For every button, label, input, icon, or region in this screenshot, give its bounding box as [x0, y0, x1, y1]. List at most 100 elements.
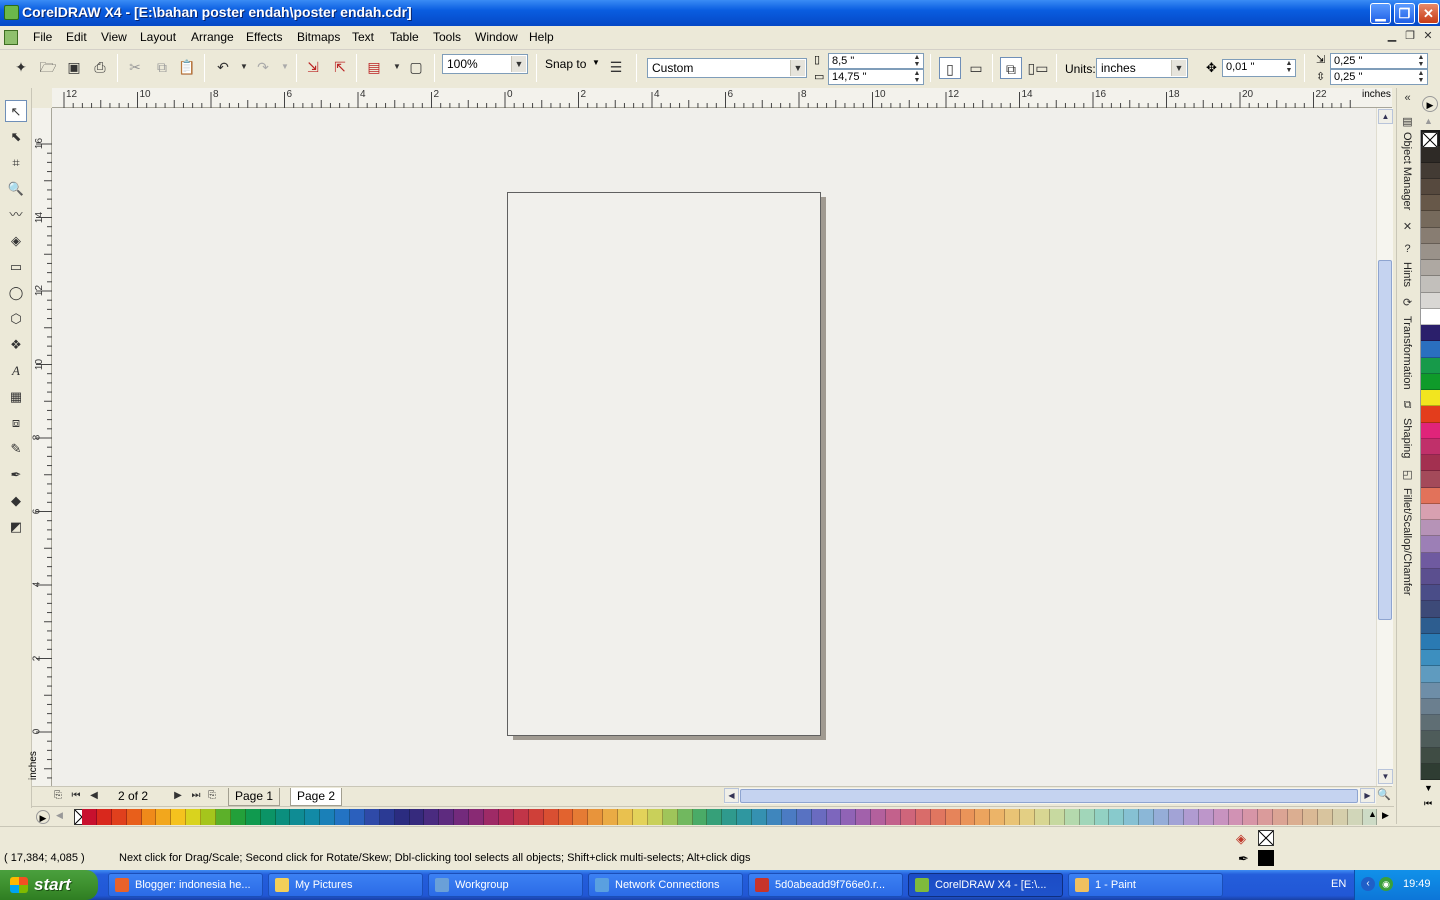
color-swatch[interactable]: [1421, 373, 1440, 390]
fill-color-indicator[interactable]: [1258, 830, 1274, 846]
color-swatch[interactable]: [1421, 422, 1440, 439]
palette-scroll-right-icon[interactable]: ▶: [1382, 810, 1389, 821]
start-button[interactable]: start: [0, 870, 98, 900]
vpalette-expand-icon[interactable]: ⏮: [1424, 798, 1432, 809]
color-swatch[interactable]: [1273, 809, 1289, 825]
scroll-left-icon[interactable]: ◀: [724, 788, 739, 803]
language-indicator[interactable]: EN: [1331, 878, 1346, 890]
color-swatch[interactable]: [1421, 455, 1440, 472]
outline-color-indicator[interactable]: [1258, 850, 1274, 866]
zoom-navigator-icon[interactable]: 🔍: [1376, 788, 1392, 804]
tray-arrow-icon[interactable]: ‹: [1361, 877, 1375, 891]
color-swatch[interactable]: [632, 809, 648, 825]
color-swatch[interactable]: [1317, 809, 1333, 825]
color-swatch[interactable]: [350, 809, 365, 825]
color-swatch[interactable]: [1421, 731, 1440, 748]
docker-tab-fillet-scallop-chamfer[interactable]: Fillet/Scallop/Chamfer: [1401, 488, 1413, 596]
spin-arrows-icon[interactable]: ▲ ▼: [911, 70, 923, 84]
paper-type-select[interactable]: Custom ▼: [647, 58, 807, 78]
horizontal-scroll-thumb[interactable]: [740, 789, 1358, 803]
add-page-after-icon[interactable]: ⎘: [206, 790, 218, 801]
color-swatch[interactable]: [796, 809, 812, 825]
table-tool-icon[interactable]: ▦: [5, 386, 27, 408]
color-swatch[interactable]: [1421, 292, 1440, 309]
color-swatch[interactable]: [1421, 341, 1440, 358]
page-width-input[interactable]: 8,5 " ▲ ▼: [828, 53, 924, 69]
current-page-size-icon[interactable]: ▯▭: [1027, 57, 1049, 79]
open-folder-icon[interactable]: 🗁: [37, 56, 59, 78]
color-swatch[interactable]: [707, 809, 723, 825]
document-icon[interactable]: [4, 30, 18, 45]
menu-tools[interactable]: Tools: [433, 30, 461, 44]
document-minimize-button[interactable]: ▁: [1385, 30, 1399, 44]
color-swatch[interactable]: [930, 809, 946, 825]
palette-expand-icon[interactable]: ▲: [1368, 809, 1377, 819]
color-swatch[interactable]: [1421, 227, 1440, 244]
add-page-before-icon[interactable]: ⎘: [52, 790, 64, 801]
polygon-tool-icon[interactable]: ⬡: [5, 308, 27, 330]
color-swatch[interactable]: [1258, 809, 1274, 825]
color-swatch[interactable]: [856, 809, 872, 825]
taskbar-task-7[interactable]: 1 - Paint: [1068, 873, 1223, 897]
taskbar-task-5[interactable]: 5d0abeadd9f766e0.r...: [748, 873, 903, 897]
color-swatch[interactable]: [1421, 260, 1440, 277]
palette-scroll-left-icon[interactable]: ◀: [56, 810, 68, 824]
color-swatch[interactable]: [1421, 308, 1440, 325]
copy-icon[interactable]: ⧉: [151, 56, 173, 78]
color-swatch[interactable]: [82, 809, 97, 825]
smart-fill-tool-icon[interactable]: ◈: [5, 230, 27, 252]
color-swatch[interactable]: [1005, 809, 1021, 825]
color-swatch[interactable]: [513, 809, 529, 825]
color-swatch[interactable]: [841, 809, 857, 825]
color-swatch[interactable]: [662, 809, 678, 825]
zoom-level-select[interactable]: 100% ▼: [442, 54, 528, 74]
snap-to-dropdown-icon[interactable]: ▼: [592, 58, 600, 67]
color-swatch[interactable]: [781, 809, 797, 825]
color-swatch[interactable]: [573, 809, 589, 825]
palette-flyout-icon[interactable]: ▶: [36, 810, 50, 824]
docker-tab-shaping[interactable]: Shaping: [1401, 418, 1413, 458]
color-swatch[interactable]: [1421, 747, 1440, 764]
spin-arrows-icon[interactable]: ▲ ▼: [911, 54, 923, 68]
color-swatch[interactable]: [528, 809, 544, 825]
duplicate-distance-y-input[interactable]: 0,25 " ▲ ▼: [1330, 69, 1428, 85]
color-swatch[interactable]: [1421, 243, 1440, 260]
color-swatch[interactable]: [230, 809, 246, 825]
color-swatch[interactable]: [1421, 503, 1440, 520]
color-swatch[interactable]: [1035, 809, 1050, 825]
color-swatch[interactable]: [722, 809, 738, 825]
color-swatch[interactable]: [1421, 390, 1440, 407]
scroll-up-icon[interactable]: ▲: [1378, 109, 1393, 124]
minimize-button[interactable]: ▁: [1370, 3, 1391, 24]
vertical-scrollbar[interactable]: ▲ ▼: [1376, 108, 1393, 786]
text-tool-icon[interactable]: A: [5, 360, 27, 382]
color-swatch[interactable]: [1169, 809, 1184, 825]
color-swatch[interactable]: [1421, 471, 1440, 488]
shape-tool-icon[interactable]: ⬉: [5, 126, 27, 148]
color-swatch[interactable]: [364, 809, 380, 825]
color-swatch[interactable]: [201, 809, 217, 825]
color-swatch[interactable]: [498, 809, 514, 825]
docker-tab-object-manager[interactable]: Object Manager: [1401, 132, 1413, 210]
welcome-screen-icon[interactable]: ▢: [405, 56, 427, 78]
freehand-tool-icon[interactable]: 〰: [5, 204, 27, 226]
color-swatch[interactable]: [915, 809, 931, 825]
color-swatch[interactable]: [1421, 552, 1440, 569]
docker-tab-transformation[interactable]: Transformation: [1401, 316, 1413, 390]
color-swatch[interactable]: [1064, 809, 1080, 825]
color-swatch[interactable]: [1421, 633, 1440, 650]
color-swatch[interactable]: [484, 809, 499, 825]
color-swatch[interactable]: [960, 809, 976, 825]
color-swatch[interactable]: [886, 809, 901, 825]
color-swatch[interactable]: [647, 809, 663, 825]
color-swatch[interactable]: [1421, 536, 1440, 553]
color-swatch[interactable]: [677, 809, 693, 825]
basic-shapes-tool-icon[interactable]: ❖: [5, 334, 27, 356]
color-swatch[interactable]: [990, 809, 1006, 825]
all-pages-size-icon[interactable]: ⧉: [1000, 57, 1022, 79]
color-swatch[interactable]: [603, 809, 619, 825]
new-document-icon[interactable]: ✦: [10, 56, 32, 78]
color-swatch[interactable]: [126, 809, 142, 825]
color-swatch[interactable]: [588, 809, 604, 825]
vpalette-scroll-up-icon[interactable]: ▲: [1424, 116, 1433, 126]
